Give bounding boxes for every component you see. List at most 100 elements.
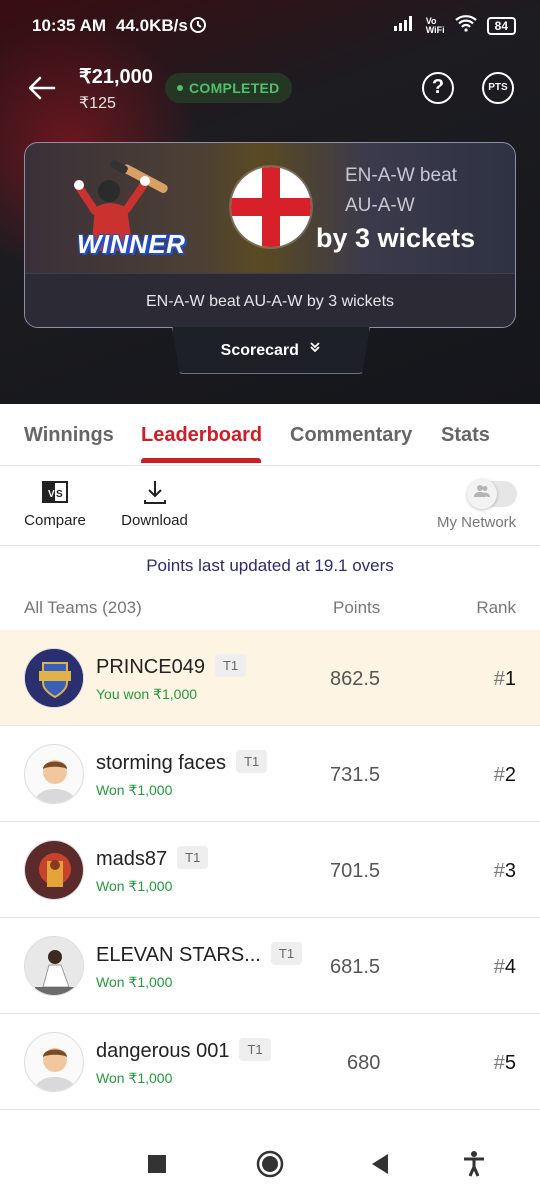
- avatar: [24, 936, 84, 996]
- team-tag: T1: [177, 846, 209, 870]
- active-tab-indicator: [141, 458, 261, 463]
- accessibility-icon[interactable]: [462, 1150, 486, 1183]
- svg-text:V: V: [48, 489, 55, 500]
- rank-number: 3: [504, 860, 516, 882]
- rank-number: 1: [504, 668, 516, 690]
- rank-hash: #: [493, 668, 505, 690]
- winnings-text: You won ₹1,000: [96, 686, 198, 702]
- england-flag-icon: [231, 167, 311, 247]
- winner-label: WINNER: [77, 229, 186, 259]
- tab-commentary[interactable]: Commentary: [290, 424, 412, 447]
- rank-value: #3: [494, 860, 516, 883]
- back-nav-icon[interactable]: [370, 1153, 390, 1180]
- points-updated-note: Points last updated at 19.1 overs: [146, 556, 394, 575]
- status-icons: Vo WiFi 84: [393, 14, 516, 37]
- team-tag: T1: [270, 942, 303, 966]
- compare-button[interactable]: VS Compare: [24, 466, 86, 529]
- result-line-2: AU-A-W: [345, 195, 415, 216]
- rank-header: Rank: [476, 598, 516, 617]
- points-value: 862.5: [330, 668, 381, 690]
- points-header: Points: [333, 598, 381, 617]
- team-name-text: dangerous 001: [96, 1040, 230, 1062]
- team-name-text: mads87: [96, 848, 168, 870]
- team-tag: T1: [214, 654, 247, 678]
- avatar: [24, 1032, 84, 1092]
- rank-hash: #: [493, 860, 505, 882]
- recents-icon[interactable]: [148, 1155, 166, 1178]
- compare-label: Compare: [24, 512, 86, 529]
- scorecard-label: Scorecard: [220, 342, 299, 360]
- table-row[interactable]: mads87 T1 Won ₹1,000 701.5 #3: [0, 822, 540, 918]
- network-speed: 44.0KB/s: [116, 16, 188, 35]
- table-row[interactable]: PRINCE049 T1 You won ₹1,000 862.5 #1: [0, 630, 540, 726]
- download-icon: [121, 478, 188, 506]
- team-tag: T1: [239, 1038, 271, 1062]
- battery-icon: 84: [486, 16, 516, 35]
- my-network-toggle[interactable]: [467, 479, 517, 509]
- alarm-icon: [188, 14, 208, 39]
- scorecard-button[interactable]: Scorecard: [172, 327, 370, 374]
- back-arrow-icon[interactable]: [26, 72, 58, 104]
- people-icon: [467, 479, 497, 509]
- winnings-text: Won ₹1,000: [96, 782, 173, 798]
- rank-number: 4: [504, 956, 516, 978]
- rank-value: #5: [494, 1052, 516, 1075]
- system-nav-bar: [0, 1128, 540, 1200]
- tab-leaderboard[interactable]: Leaderboard: [141, 424, 262, 447]
- help-button[interactable]: ?: [422, 72, 454, 104]
- tab-stats[interactable]: Stats: [441, 424, 490, 447]
- avatar: [24, 648, 84, 708]
- my-network-label: My Network: [437, 514, 517, 531]
- vowifi-icon: Vo WiFi: [425, 15, 445, 35]
- svg-text:S: S: [56, 489, 63, 500]
- match-header: 10:35 AM 44.0KB/s Vo WiFi 84 ₹21,000 ₹125…: [0, 0, 540, 404]
- rank-value: #1: [494, 668, 516, 691]
- table-row[interactable]: storming faces T1 Won ₹1,000 731.5 #2: [0, 726, 540, 822]
- home-icon[interactable]: [256, 1150, 284, 1183]
- points-system-button[interactable]: PTS: [482, 72, 514, 104]
- winnings-text: Won ₹1,000: [96, 974, 173, 990]
- team-name: dangerous 001 T1: [96, 1038, 271, 1063]
- status-badge-label: COMPLETED: [189, 80, 280, 96]
- status-badge: COMPLETED: [165, 73, 292, 103]
- rank-value: #2: [494, 764, 516, 787]
- contest-tabs: Winnings Leaderboard Commentary Stats: [0, 404, 540, 466]
- team-name-text: ELEVAN STARS...: [96, 944, 261, 966]
- table-row[interactable]: ELEVAN STARS... T1 Won ₹1,000 681.5 #4: [0, 918, 540, 1014]
- team-name: PRINCE049 T1: [96, 654, 247, 679]
- download-label: Download: [121, 512, 188, 529]
- table-row[interactable]: dangerous 001 T1 Won ₹1,000 680 #5: [0, 1014, 540, 1110]
- team-name: mads87 T1: [96, 846, 209, 871]
- winnings-text: Won ₹1,000: [96, 1070, 173, 1086]
- signal-icon: [393, 15, 416, 36]
- match-result-card: WINNER EN-A-W beat AU-A-W by 3 wickets E…: [24, 142, 516, 328]
- leaderboard-toolbar: VS Compare Download: [0, 466, 540, 546]
- winnings-text: Won ₹1,000: [96, 878, 173, 894]
- result-text: EN-A-W beat AU-A-W: [345, 161, 457, 221]
- points-value: 701.5: [330, 860, 381, 882]
- leaderboard-header: All Teams (203) Points Rank: [0, 596, 540, 630]
- points-value: 680: [347, 1052, 381, 1074]
- team-name: storming faces T1: [96, 750, 268, 775]
- points-value: 681.5: [330, 956, 381, 978]
- team-tag: T1: [236, 750, 268, 774]
- rank-number: 2: [504, 764, 516, 786]
- status-dot-icon: [177, 85, 183, 92]
- prize-amount: ₹21,000: [79, 66, 153, 88]
- chevron-double-down-icon: [309, 327, 321, 373]
- status-bar: 10:35 AM 44.0KB/s Vo WiFi 84: [0, 0, 540, 50]
- status-time: 10:35 AM: [32, 16, 107, 35]
- wifi-icon: [454, 14, 477, 37]
- tab-winnings[interactable]: Winnings: [24, 424, 114, 447]
- versus-icon: VS: [24, 478, 86, 506]
- rank-value: #4: [494, 956, 516, 979]
- team-name: ELEVAN STARS... T1: [96, 942, 303, 967]
- points-value: 731.5: [330, 764, 381, 786]
- download-button[interactable]: Download: [121, 466, 188, 529]
- avatar: [24, 840, 84, 900]
- rank-hash: #: [493, 956, 505, 978]
- all-teams-header: All Teams (203): [24, 598, 142, 617]
- team-name-text: PRINCE049: [96, 656, 205, 678]
- result-summary: EN-A-W beat AU-A-W by 3 wickets: [25, 273, 515, 327]
- team-name-text: storming faces: [96, 752, 227, 774]
